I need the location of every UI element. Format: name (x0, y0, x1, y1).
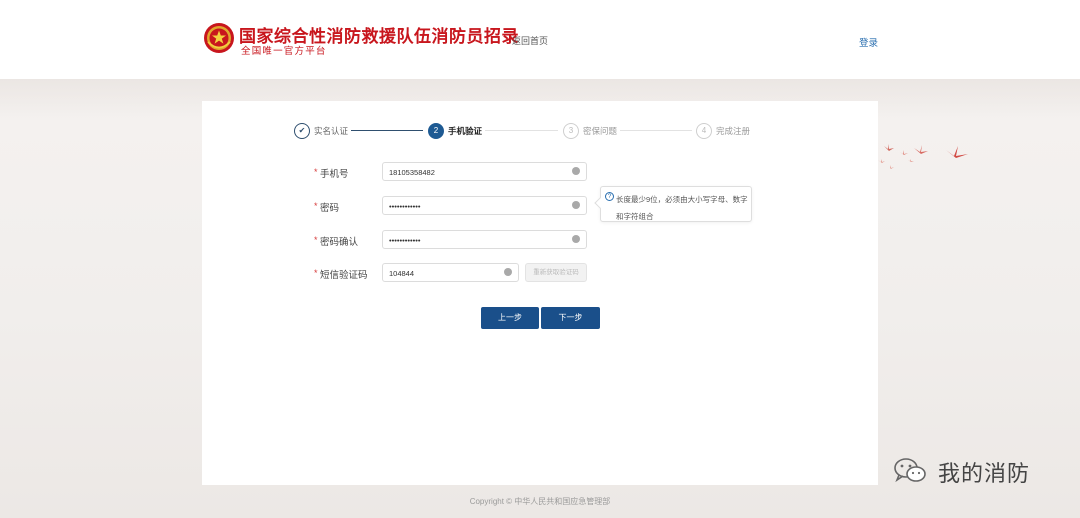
site-subtitle: 全国唯一官方平台 (241, 46, 327, 57)
clear-icon[interactable] (572, 167, 580, 175)
step-connector (351, 130, 423, 131)
phone-row: * 手机号 18105358482 (202, 162, 878, 182)
wechat-icon (894, 458, 926, 483)
step-check-icon: ✔ (294, 123, 310, 139)
phone-input[interactable]: 18105358482 (382, 162, 587, 181)
step-number: 3 (563, 123, 579, 139)
step-label: 实名认证 (314, 126, 349, 136)
step-connector (620, 130, 692, 131)
fire-rescue-emblem-icon (204, 23, 234, 53)
footer-copyright: Copyright © 中华人民共和国应急管理部 (469, 497, 611, 506)
password-confirm-row: * 密码确认 •••••••••••• (202, 230, 878, 250)
password-hint-text: 长度最少9位，必须由大小写字母、数字和字符组合 (616, 195, 748, 221)
password-label: 密码 (320, 203, 340, 214)
sms-code-row: * 短信验证码 104844 重新获取验证码 (202, 263, 878, 283)
watermark-text: 我的消防 (938, 461, 1031, 486)
required-mark: * (314, 167, 318, 177)
next-step-button[interactable]: 下一步 (541, 307, 600, 329)
required-mark: * (314, 235, 318, 245)
step-label: 密保问题 (583, 126, 618, 136)
step-number: 2 (428, 123, 444, 139)
step-connector (485, 130, 558, 131)
step-label: 完成注册 (716, 126, 751, 136)
clear-icon[interactable] (504, 268, 512, 276)
prev-step-button[interactable]: 上一步 (481, 307, 539, 329)
required-mark: * (314, 268, 318, 278)
password-row: * 密码 •••••••••••• (202, 196, 878, 216)
sms-code-label: 短信验证码 (320, 270, 368, 281)
step-number: 4 (696, 123, 712, 139)
clear-icon[interactable] (572, 235, 580, 243)
step-label: 手机验证 (448, 126, 483, 136)
password-confirm-input[interactable]: •••••••••••• (382, 230, 587, 249)
question-icon: ? (605, 192, 614, 201)
home-link[interactable]: 返回首页 (512, 34, 548, 47)
clear-icon[interactable] (572, 201, 580, 209)
login-link[interactable]: 登录 (859, 35, 878, 49)
get-sms-code-button[interactable]: 重新获取验证码 (525, 263, 587, 282)
required-mark: * (314, 201, 318, 211)
password-confirm-label: 密码确认 (320, 237, 359, 248)
password-hint-tooltip: ? 长度最少9位，必须由大小写字母、数字和字符组合 (594, 186, 752, 222)
password-input[interactable]: •••••••••••• (382, 196, 587, 215)
phone-label: 手机号 (320, 169, 349, 180)
registration-card: ✔ 实名认证 2 手机验证 3 密保问题 4 完成注册 * 手机号 181053… (202, 101, 878, 485)
flying-birds-decoration (878, 144, 968, 169)
sms-code-input[interactable]: 104844 (382, 263, 519, 282)
page-header: 国家综合性消防救援队伍消防员招录 全国唯一官方平台 返回首页 登录 (0, 0, 1080, 79)
